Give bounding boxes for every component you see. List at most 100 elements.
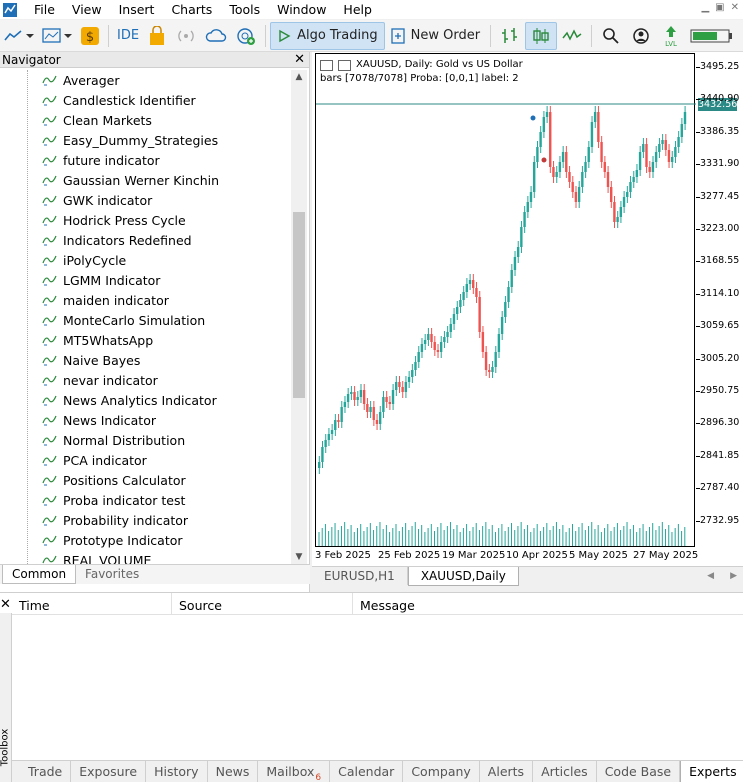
- candle-body: [661, 140, 664, 144]
- tab-history[interactable]: History: [146, 761, 208, 782]
- navigator-item[interactable]: Indicators Redefined: [0, 230, 292, 250]
- chart-tab-eurusd[interactable]: EURUSD,H1: [312, 567, 408, 585]
- navigator-item[interactable]: Easy_Dummy_Strategies: [0, 130, 292, 150]
- close-window-icon[interactable]: ✕: [731, 2, 739, 13]
- menu-insert[interactable]: Insert: [111, 0, 164, 19]
- candlestick-chart-button[interactable]: [525, 21, 558, 50]
- tab-alerts[interactable]: Alerts: [480, 761, 534, 782]
- lvl-button[interactable]: LVL: [656, 22, 686, 50]
- account-button[interactable]: [626, 22, 656, 50]
- volume-bar: [446, 526, 448, 546]
- navigator-item[interactable]: iPolyCycle: [0, 250, 292, 270]
- close-icon[interactable]: ✕: [294, 52, 305, 67]
- volume-bar: [392, 528, 394, 546]
- navigator-item[interactable]: Hodrick Press Cycle: [0, 210, 292, 230]
- menu-tools[interactable]: Tools: [221, 0, 269, 19]
- close-icon[interactable]: ✕: [0, 597, 11, 612]
- navigator-item[interactable]: MT5WhatsApp: [0, 330, 292, 350]
- volume-bar: [562, 525, 564, 546]
- menu-help[interactable]: Help: [335, 0, 381, 19]
- volume-bar: [331, 527, 333, 546]
- algo-trading-button[interactable]: Algo Trading: [270, 21, 385, 50]
- navigator-item[interactable]: News Indicator: [0, 410, 292, 430]
- navigator-item[interactable]: LGMM Indicator: [0, 270, 292, 290]
- shop-button[interactable]: [143, 22, 171, 50]
- volume-bar: [424, 532, 426, 546]
- tab-experts[interactable]: Experts: [680, 761, 743, 782]
- vps-button[interactable]: [201, 22, 231, 50]
- candle-body: [475, 288, 478, 297]
- indicator-toggle-icon[interactable]: [338, 59, 351, 71]
- minimize-icon[interactable]: ▁: [701, 2, 709, 13]
- community-button[interactable]: [231, 22, 261, 50]
- navigator-item[interactable]: future indicator: [0, 150, 292, 170]
- signals-button[interactable]: [171, 22, 201, 50]
- navigator-item[interactable]: Naive Bayes: [0, 350, 292, 370]
- candle-body: [318, 462, 321, 468]
- algo-trading-label: Algo Trading: [297, 28, 378, 43]
- new-order-button[interactable]: New Order: [385, 22, 486, 50]
- scroll-down-icon[interactable]: ▼: [291, 550, 307, 564]
- navigator-item[interactable]: Averager: [0, 70, 292, 90]
- chart-window[interactable]: XAUUSD, Daily: Gold vs US Dollar bars [7…: [312, 52, 743, 566]
- menu-view[interactable]: View: [64, 0, 111, 19]
- scroll-right-icon[interactable]: ▶: [730, 571, 737, 581]
- menu-file[interactable]: File: [26, 0, 64, 19]
- menu-window[interactable]: Window: [269, 0, 335, 19]
- column-time[interactable]: Time: [12, 593, 172, 614]
- one-click-trading-icon[interactable]: [320, 59, 333, 71]
- chart-tab-xauusd[interactable]: XAUUSD,Daily: [407, 567, 519, 586]
- navigator-item[interactable]: nevar indicator: [0, 370, 292, 390]
- connection-status[interactable]: [686, 22, 738, 50]
- tab-code-base[interactable]: Code Base: [597, 761, 681, 782]
- navigator-item[interactable]: maiden indicator: [0, 290, 292, 310]
- navigator-item[interactable]: Normal Distribution: [0, 430, 292, 450]
- navigator-item[interactable]: Clean Markets: [0, 110, 292, 130]
- price-axis[interactable]: 3432.56 3495.25 3440.90 3386.35 3331.90 3277…: [696, 52, 743, 547]
- volume-bar: [456, 525, 458, 546]
- ide-button[interactable]: IDE: [113, 22, 143, 50]
- navigator-item[interactable]: GWK indicator: [0, 190, 292, 210]
- scroll-up-icon[interactable]: ▲: [291, 70, 307, 84]
- volume-bar: [353, 532, 355, 546]
- navigator-item-label: future indicator: [63, 152, 160, 168]
- navigator-item[interactable]: Gaussian Werner Kinchin: [0, 170, 292, 190]
- scroll-left-icon[interactable]: ◀: [707, 571, 714, 581]
- tab-trade[interactable]: Trade: [12, 761, 72, 782]
- column-message[interactable]: Message: [353, 593, 743, 614]
- navigator-item[interactable]: Prototype Indicator: [0, 530, 292, 550]
- candle-body: [616, 217, 619, 222]
- candlestick-series: [316, 103, 696, 546]
- scrollbar-thumb[interactable]: [293, 212, 305, 398]
- navigator-item[interactable]: MonteCarlo Simulation: [0, 310, 292, 330]
- volume-bar: [652, 523, 654, 546]
- column-source[interactable]: Source: [172, 593, 353, 614]
- navigator-item[interactable]: News Analytics Indicator: [0, 390, 292, 410]
- bar-chart-button[interactable]: [495, 22, 525, 50]
- tab-calendar[interactable]: Calendar: [330, 761, 404, 782]
- volume-bar: [674, 528, 676, 546]
- navigator-item[interactable]: Positions Calculator: [0, 470, 292, 490]
- navigator-item[interactable]: Proba indicator test: [0, 490, 292, 510]
- tab-company[interactable]: Company: [403, 761, 480, 782]
- restore-icon[interactable]: ▣: [715, 2, 724, 13]
- navigator-item[interactable]: Probability indicator: [0, 510, 292, 530]
- new-chart-button[interactable]: [0, 22, 38, 50]
- navigator-item[interactable]: Candlestick Identifier: [0, 90, 292, 110]
- navigator-item[interactable]: PCA indicator: [0, 450, 292, 470]
- tab-exposure[interactable]: Exposure: [71, 761, 147, 782]
- candle-body: [414, 362, 417, 370]
- tab-articles[interactable]: Articles: [533, 761, 597, 782]
- tab-favorites[interactable]: Favorites: [76, 565, 148, 584]
- market-button[interactable]: $: [76, 22, 104, 50]
- menu-charts[interactable]: Charts: [163, 0, 221, 19]
- navigator-item[interactable]: REAL VOLUME: [0, 550, 292, 564]
- tab-mailbox[interactable]: Mailbox6: [258, 761, 331, 782]
- line-chart-button[interactable]: [557, 22, 587, 50]
- candle-body: [520, 227, 523, 247]
- profiles-button[interactable]: [38, 22, 76, 50]
- search-button[interactable]: [596, 22, 626, 50]
- tab-news[interactable]: News: [208, 761, 259, 782]
- tab-common[interactable]: Common: [2, 565, 77, 584]
- navigator-scrollbar[interactable]: ▲ ▼: [291, 70, 307, 564]
